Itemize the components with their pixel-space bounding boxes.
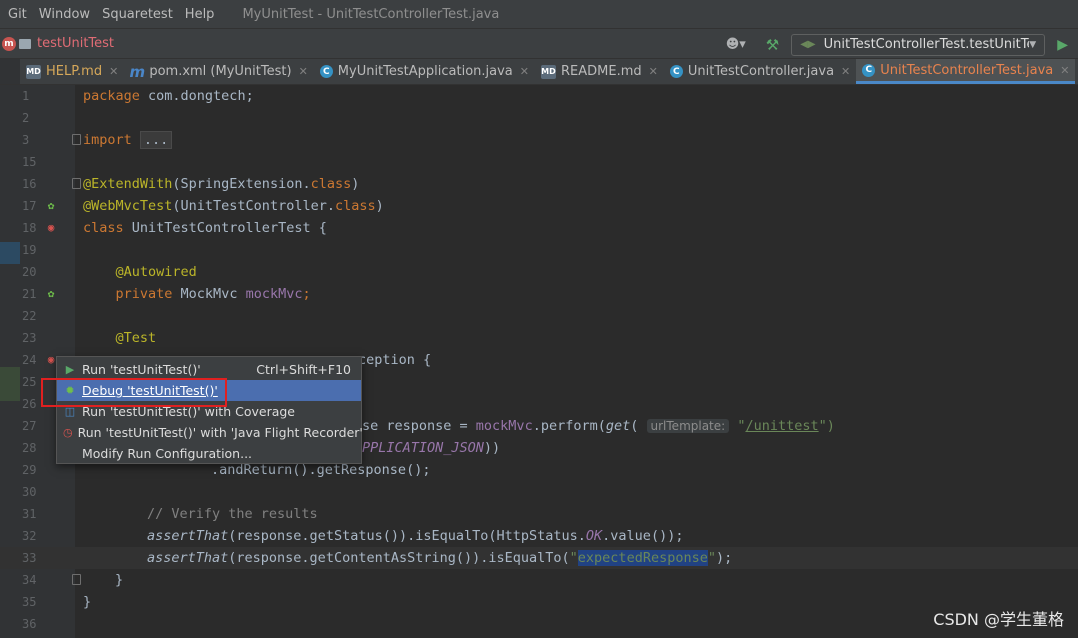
code-line: 36 bbox=[22, 617, 37, 631]
tab-unittestcontrollertest[interactable]: C UnitTestControllerTest.java ✕ bbox=[856, 59, 1076, 84]
junit-config-icon: ◀▶ bbox=[800, 39, 816, 50]
code-line: 3 import ... bbox=[0, 129, 1078, 151]
code-line: 2 bbox=[22, 111, 30, 125]
tab-help-md[interactable]: MD HELP.md ✕ bbox=[20, 59, 124, 84]
run-configuration-select[interactable]: ◀▶ UnitTestControllerTest.testUnitTest ▼ bbox=[791, 33, 1046, 56]
project-breadcrumb[interactable]: m testUnitTest bbox=[2, 36, 114, 51]
code-line: 32 assertThat(response.getStatus()).isEq… bbox=[22, 528, 684, 544]
code-line: 18 ◉ class UnitTestControllerTest { bbox=[22, 220, 327, 236]
code-line: 1 package com.dongtech; bbox=[22, 88, 254, 104]
project-name: testUnitTest bbox=[37, 36, 115, 51]
code-line: 30 bbox=[22, 485, 37, 499]
editor-tab-bar: MD HELP.md ✕ m pom.xml (MyUnitTest) ✕ C … bbox=[0, 59, 1078, 85]
user-icon[interactable]: ☻▾ bbox=[726, 37, 746, 52]
menu-squaretest[interactable]: Squaretest bbox=[102, 7, 173, 22]
fold-toggle-icon[interactable] bbox=[72, 178, 81, 189]
menu-bar: Git Window Squaretest Help MyUnitTest - … bbox=[0, 0, 1078, 28]
highlight-annotation-box bbox=[41, 378, 227, 407]
chevron-down-icon: ▼ bbox=[1029, 39, 1037, 50]
maven-icon: m bbox=[129, 62, 146, 81]
menu-window[interactable]: Window bbox=[39, 7, 90, 22]
run-test-class-icon[interactable]: ◉ bbox=[44, 221, 58, 235]
tab-myunittestapplication[interactable]: C MyUnitTestApplication.java ✕ bbox=[314, 59, 535, 84]
run-icon: ▶ bbox=[65, 363, 75, 376]
class-icon: C bbox=[669, 65, 683, 78]
spring-bean-icon[interactable]: ✿ bbox=[44, 199, 58, 213]
tab-readme-md[interactable]: MD README.md ✕ bbox=[535, 59, 664, 84]
code-line: 16 @ExtendWith(SpringExtension.class) bbox=[22, 176, 360, 192]
selected-text[interactable]: expectedResponse bbox=[577, 550, 708, 566]
tab-unittestcontroller[interactable]: C UnitTestController.java ✕ bbox=[664, 59, 856, 84]
window-title: MyUnitTest - UnitTestControllerTest.java bbox=[242, 6, 500, 22]
run-icon[interactable]: ▶ bbox=[1057, 37, 1068, 53]
profiler-icon: ◷ bbox=[63, 426, 73, 439]
autowired-bean-icon[interactable]: ✿ bbox=[44, 287, 58, 301]
spring-app-icon: C bbox=[319, 65, 333, 78]
markdown-icon: MD bbox=[540, 64, 556, 79]
folder-icon bbox=[19, 38, 31, 49]
code-line: 22 bbox=[22, 309, 37, 323]
code-line-current: 33 assertThat(response.getContentAsStrin… bbox=[0, 547, 1078, 569]
menu-help[interactable]: Help bbox=[185, 7, 215, 22]
menu-git[interactable]: Git bbox=[8, 7, 27, 22]
run-context-popup: ▶ Run 'testUnitTest()' Ctrl+Shift+F10 ✹ … bbox=[56, 356, 363, 464]
close-icon[interactable]: ✕ bbox=[299, 65, 308, 78]
code-line: 31 // Verify the results bbox=[22, 506, 318, 522]
popup-item-flight-recorder[interactable]: ◷ Run 'testUnitTest()' with 'Java Flight… bbox=[57, 422, 363, 443]
fold-toggle-icon[interactable] bbox=[72, 134, 81, 145]
code-line: 21 ✿ private MockMvc mockMvc; bbox=[22, 286, 311, 302]
navigation-bar: m testUnitTest ☻▾ ⚒ ◀▶ UnitTestControlle… bbox=[0, 28, 1078, 59]
code-line: 35 } bbox=[22, 594, 92, 610]
parameter-hint: urlTemplate: bbox=[646, 419, 730, 433]
maven-module-icon: m bbox=[2, 36, 16, 51]
close-icon[interactable]: ✕ bbox=[1060, 64, 1069, 77]
code-line: 19 bbox=[22, 243, 37, 257]
run-configuration-label: UnitTestControllerTest.testUnitTest bbox=[823, 37, 1030, 52]
tab-pom-xml[interactable]: m pom.xml (MyUnitTest) ✕ bbox=[124, 59, 313, 84]
code-line: 23 @Test bbox=[22, 330, 157, 346]
fold-toggle-icon[interactable] bbox=[72, 574, 81, 585]
code-line: 17 ✿ @WebMvcTest(UnitTestController.clas… bbox=[22, 198, 384, 214]
shortcut-label: Ctrl+Shift+F10 bbox=[256, 362, 351, 377]
close-icon[interactable]: ✕ bbox=[109, 65, 118, 78]
close-icon[interactable]: ✕ bbox=[649, 65, 658, 78]
build-hammer-icon[interactable]: ⚒ bbox=[766, 36, 779, 54]
markdown-icon: MD bbox=[26, 64, 41, 79]
code-line: 34 } bbox=[22, 572, 124, 588]
folded-imports[interactable]: ... bbox=[139, 131, 173, 149]
code-line: 15 bbox=[22, 155, 37, 169]
close-icon[interactable]: ✕ bbox=[520, 65, 529, 78]
class-icon: C bbox=[862, 63, 876, 77]
popup-item-modify-config[interactable]: Modify Run Configuration... bbox=[57, 443, 361, 464]
code-line: 20 @Autowired bbox=[22, 264, 197, 280]
watermark: CSDN @学生董格 bbox=[933, 610, 1064, 629]
close-icon[interactable]: ✕ bbox=[841, 65, 850, 78]
popup-item-run[interactable]: ▶ Run 'testUnitTest()' Ctrl+Shift+F10 bbox=[57, 359, 361, 380]
